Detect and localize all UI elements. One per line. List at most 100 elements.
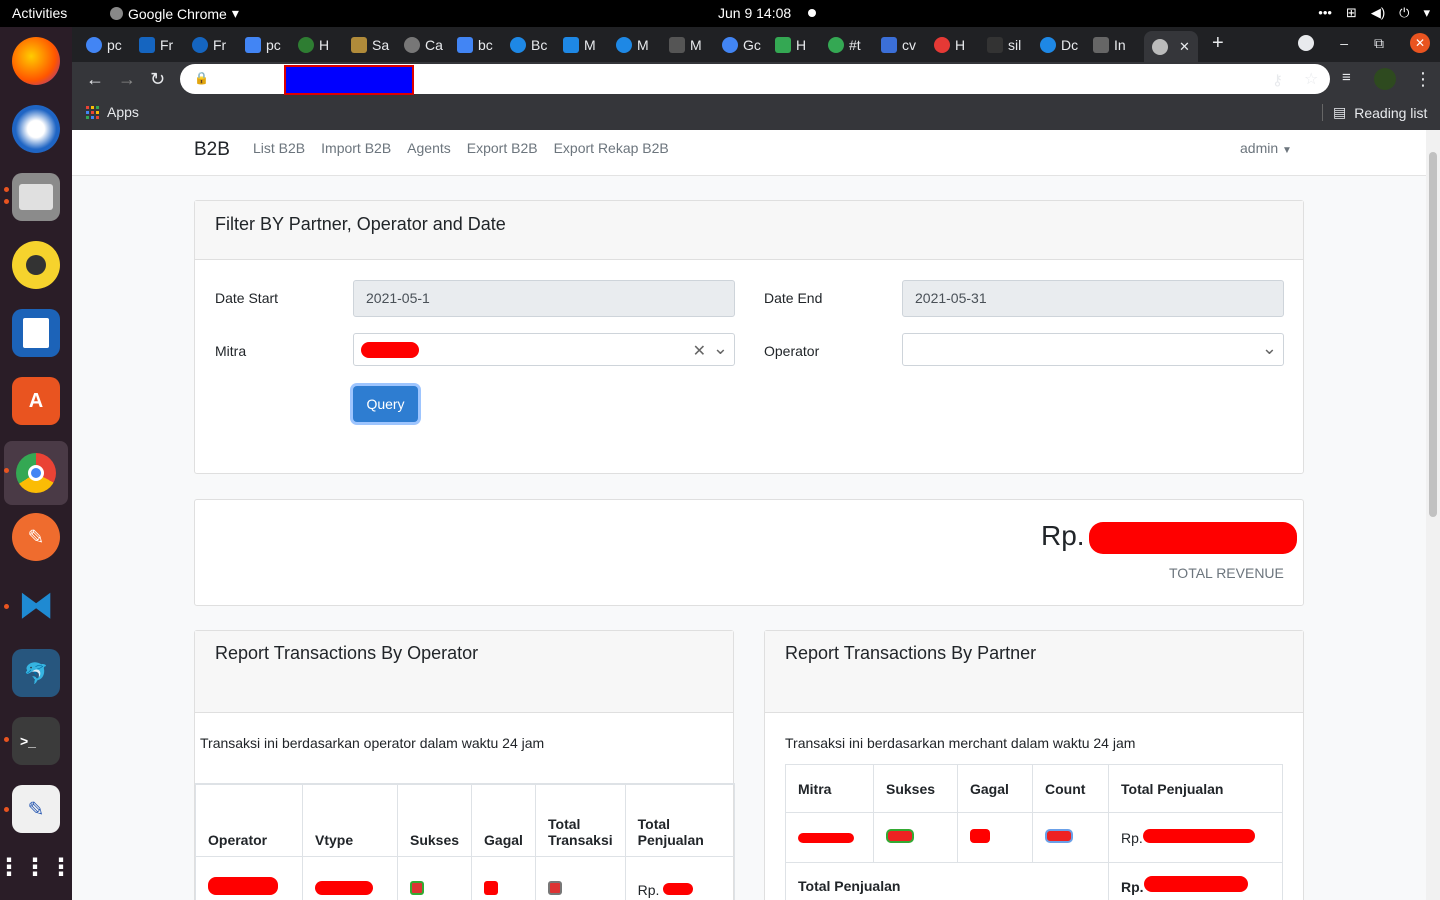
- page-scrollbar[interactable]: [1426, 130, 1440, 900]
- reload-icon[interactable]: ↻: [150, 69, 165, 90]
- system-tray[interactable]: ••• ⊞ ◀) ⏻ ▾: [1318, 5, 1430, 21]
- mitra-select[interactable]: ✕ ⌄: [353, 333, 735, 366]
- software-icon[interactable]: A: [12, 377, 60, 425]
- query-button[interactable]: Query: [353, 386, 418, 422]
- tab-14[interactable]: #t: [828, 33, 861, 57]
- nav-import-b2b[interactable]: Import B2B: [321, 140, 391, 156]
- nav-agents[interactable]: Agents: [407, 140, 451, 156]
- table-row: Total Penjualan Rp.: [785, 862, 1283, 900]
- scrollbar-thumb[interactable]: [1429, 152, 1437, 517]
- vscode-icon[interactable]: ⧓: [12, 581, 60, 629]
- tab-6[interactable]: Ca: [404, 33, 443, 57]
- tab-favicon-icon: [563, 37, 579, 53]
- nav-export-rekap-b2b[interactable]: Export Rekap B2B: [554, 140, 669, 156]
- more-icon[interactable]: •••: [1318, 5, 1332, 21]
- maximize-icon[interactable]: ⧉: [1374, 35, 1384, 52]
- tab-label: Gc: [743, 37, 761, 53]
- clock[interactable]: Jun 9 14:08: [718, 5, 791, 21]
- tab-1[interactable]: Fr: [139, 33, 173, 57]
- chevron-down-icon: ⌄: [712, 338, 728, 358]
- activities-button[interactable]: Activities: [12, 5, 67, 21]
- globe-icon: [1152, 38, 1168, 55]
- lock-icon[interactable]: 🔒: [194, 71, 209, 85]
- user-menu[interactable]: admin ▼: [1240, 140, 1292, 156]
- tab-15[interactable]: cv: [881, 33, 916, 57]
- chrome-dock-icon[interactable]: [4, 441, 68, 505]
- writer-icon[interactable]: [12, 309, 60, 357]
- tab-19[interactable]: In: [1093, 33, 1126, 57]
- postman-icon[interactable]: ✎: [12, 513, 60, 561]
- operator-select[interactable]: ⌄: [902, 333, 1284, 366]
- back-icon[interactable]: ←: [86, 69, 104, 90]
- tab-8[interactable]: Bc: [510, 33, 547, 57]
- tab-5[interactable]: Sa: [351, 33, 389, 57]
- files-icon[interactable]: [12, 173, 60, 221]
- tab-label: Bc: [531, 37, 548, 53]
- tab-7[interactable]: bc: [457, 33, 493, 57]
- app-menu-label: Google Chrome: [128, 5, 227, 22]
- tab-9[interactable]: M: [563, 33, 596, 57]
- total-label-cell: Total Penjualan: [785, 862, 1109, 900]
- tab-2[interactable]: Fr: [192, 33, 226, 57]
- tab-favicon-icon: [245, 37, 261, 53]
- tab-0[interactable]: pc: [86, 33, 122, 57]
- tab-13[interactable]: H: [775, 33, 806, 57]
- table-row: Rp.: [195, 856, 736, 900]
- cell-total-penjualan: Rp.: [624, 856, 736, 900]
- nav-list-b2b[interactable]: List B2B: [253, 140, 305, 156]
- clear-icon[interactable]: ✕: [693, 341, 706, 361]
- running-indicator: [4, 187, 9, 192]
- chrome-icon: [110, 7, 123, 20]
- mysql-workbench-icon[interactable]: 🐬: [12, 649, 60, 697]
- avatar[interactable]: [1374, 68, 1396, 90]
- terminal-icon[interactable]: >_: [12, 717, 60, 765]
- nav-export-b2b[interactable]: Export B2B: [467, 140, 538, 156]
- tab-favicon-icon: [934, 37, 950, 53]
- tab-4[interactable]: H: [298, 33, 329, 57]
- media-icon[interactable]: ≡: [1342, 69, 1351, 86]
- tab-12[interactable]: Gc: [722, 33, 761, 57]
- close-window-icon[interactable]: ✕: [1410, 33, 1430, 53]
- tab-search-icon[interactable]: [1298, 35, 1315, 51]
- tab-label: In: [1114, 37, 1126, 53]
- show-apps-icon[interactable]: ⋮⋮⋮: [0, 843, 73, 891]
- tab-favicon-icon: [775, 37, 791, 53]
- reading-list-button[interactable]: ▤ Reading list: [1322, 104, 1427, 121]
- active-tab[interactable]: ✕: [1144, 31, 1198, 62]
- tab-label: Ca: [425, 37, 443, 53]
- tab-18[interactable]: Dc: [1040, 33, 1078, 57]
- app-menu[interactable]: Google Chrome ▾: [110, 5, 239, 22]
- rhythmbox-icon[interactable]: [12, 241, 60, 289]
- date-start-input[interactable]: 2021-05-1: [353, 280, 735, 317]
- revenue-caption: TOTAL REVENUE: [1169, 565, 1284, 581]
- tab-label: sil: [1008, 37, 1022, 53]
- forward-icon[interactable]: →: [118, 69, 136, 90]
- menu-icon[interactable]: ⋮: [1414, 69, 1432, 90]
- apps-grid-icon: [86, 105, 99, 119]
- navbar-brand[interactable]: B2B: [194, 139, 230, 161]
- network-icon: ⊞: [1345, 5, 1357, 20]
- firefox-icon[interactable]: [12, 37, 60, 85]
- text-editor-icon[interactable]: ✎: [12, 785, 60, 833]
- apps-bookmark[interactable]: Apps: [86, 104, 139, 120]
- tab-11[interactable]: M: [669, 33, 702, 57]
- table-header-row: Mitra Sukses Gagal Count Total Penjualan: [785, 764, 1283, 813]
- star-icon[interactable]: ☆: [1304, 69, 1318, 89]
- tab-favicon-icon: [298, 37, 314, 53]
- tab-16[interactable]: H: [934, 33, 965, 57]
- mitra-value-redaction: [361, 342, 419, 358]
- col-mitra: Mitra: [785, 764, 874, 813]
- tab-3[interactable]: pc: [245, 33, 281, 57]
- key-icon[interactable]: ⚷: [1272, 71, 1283, 89]
- system-top-bar: Activities Google Chrome ▾ Jun 9 14:08 •…: [0, 0, 1440, 27]
- tab-10[interactable]: M: [616, 33, 649, 57]
- close-tab-icon[interactable]: ✕: [1179, 39, 1190, 55]
- tab-label: cv: [902, 37, 916, 53]
- thunderbird-icon[interactable]: [12, 105, 60, 153]
- tab-label: M: [690, 37, 702, 53]
- tab-17[interactable]: sil: [987, 33, 1021, 57]
- tab-label: #t: [849, 37, 861, 53]
- minimize-icon[interactable]: –: [1340, 35, 1348, 51]
- date-end-input[interactable]: 2021-05-31: [902, 280, 1284, 317]
- new-tab-button[interactable]: +: [1212, 32, 1224, 55]
